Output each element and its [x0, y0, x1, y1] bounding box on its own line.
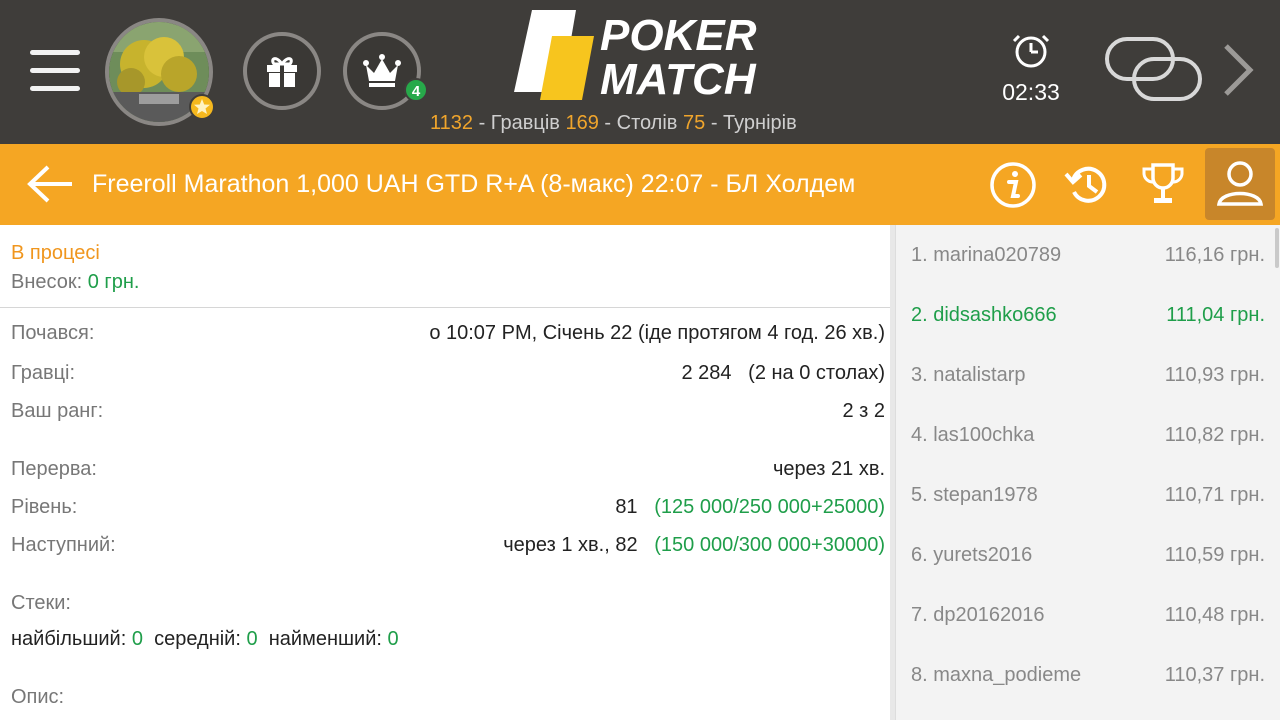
list-item[interactable]: 4. las100chka 110,82 грн. — [911, 424, 1265, 464]
player-amount: 110,82 грн. — [1164, 424, 1265, 446]
next-value: через 1 хв., 82 — [503, 534, 638, 556]
break-row: Перерва: через 21 хв. — [11, 458, 885, 481]
player-amount: 116,16 грн. — [1164, 244, 1265, 266]
players-value: 2 284 — [681, 362, 732, 384]
list-item-current-player[interactable]: 2. didsashko666 111,04 грн. — [911, 304, 1265, 344]
contribution-label: Внесок: — [11, 271, 83, 293]
crown-icon — [363, 54, 401, 87]
tournament-details: В процесі Внесок: 0 грн. Почався: о 10:0… — [0, 225, 894, 720]
gift-icon — [267, 57, 297, 87]
stacks-values: найбільший: 0 середній: 0 найменший: 0 — [11, 628, 399, 651]
player-name: 1. marina020789 — [911, 244, 1062, 266]
player-name: 3. natalistarp — [911, 364, 1026, 386]
players-extra: (2 на 0 столах) — [748, 362, 885, 384]
player-amount: 111,04 грн. — [1166, 304, 1265, 326]
star-badge-icon — [189, 94, 215, 120]
player-name: 2. didsashko666 — [911, 304, 1057, 326]
logo-line1: POKER — [600, 11, 757, 60]
rank-value: 2 з 2 — [842, 400, 885, 422]
list-item[interactable]: 7. dp20162016 110,48 грн. — [911, 604, 1265, 644]
tournaments-count: 75 — [683, 112, 706, 134]
player-amount: 110,71 грн. — [1164, 484, 1265, 506]
notification-badge: 4 — [404, 78, 428, 102]
list-item[interactable]: 8. maxna_podieme 110,37 грн. — [911, 664, 1265, 704]
started-value: о 10:07 PM, Січень 22 (іде протягом 4 го… — [429, 322, 885, 344]
next-label: Наступний: — [11, 534, 116, 556]
stack-largest-value: 0 — [131, 628, 143, 650]
players-label: Гравці: — [11, 362, 76, 384]
stacks-row: Стеки: — [11, 592, 885, 615]
player-amount: 110,93 грн. — [1164, 364, 1265, 386]
stack-smallest-value: 0 — [387, 628, 399, 650]
stacks-label: Стеки: — [11, 592, 71, 614]
history-icon — [1064, 166, 1107, 203]
alarm-clock-icon — [1012, 34, 1050, 68]
level-blinds: (125 000/250 000+25000) — [654, 496, 885, 518]
contribution-value: 0 грн. — [87, 271, 140, 293]
pokermatch-logo: POKER MATCH — [510, 8, 780, 108]
logo-line2: MATCH — [600, 55, 756, 104]
avatar[interactable] — [105, 18, 215, 126]
stack-avg-value: 0 — [246, 628, 258, 650]
clock-time: 02:33 — [1002, 79, 1060, 105]
player-name: 6. yurets2016 — [911, 544, 1033, 566]
players-tab-button[interactable] — [1205, 148, 1275, 220]
back-arrow-icon[interactable] — [24, 164, 76, 204]
chevron-right-icon[interactable] — [1218, 40, 1258, 100]
players-row: Гравці: 2 284 (2 на 0 столах) — [11, 362, 885, 385]
started-label: Почався: — [11, 322, 95, 344]
tables-link-icon[interactable] — [1104, 36, 1204, 102]
gift-button[interactable] — [243, 32, 321, 110]
next-level-row: Наступний: через 1 хв., 82 (150 000/300 … — [11, 534, 885, 557]
level-label: Рівень: — [11, 496, 78, 518]
trophy-icon — [1142, 163, 1184, 203]
level-value: 81 — [615, 496, 638, 518]
rank-row: Ваш ранг: 2 з 2 — [11, 400, 885, 423]
players-count-label: - Гравців — [478, 112, 560, 134]
lobby-stats: 1132 - Гравців 169 - Столів 75 - Турнірі… — [430, 112, 797, 135]
info-icon — [990, 162, 1036, 208]
tournament-status: В процесі — [11, 242, 100, 264]
divider — [0, 307, 894, 308]
list-item[interactable]: 1. marina020789 116,16 грн. — [911, 244, 1265, 284]
clock: 02:33 — [995, 30, 1067, 106]
trophy-button[interactable] — [1136, 158, 1190, 212]
level-row: Рівень: 81 (125 000/250 000+25000) — [11, 496, 885, 519]
rank-label: Ваш ранг: — [11, 400, 104, 422]
stack-avg-label: середній: — [154, 628, 241, 650]
tournaments-count-label: - Турнірів — [710, 112, 797, 134]
player-amount: 110,37 грн. — [1164, 664, 1265, 686]
player-name: 7. dp20162016 — [911, 604, 1045, 626]
break-label: Перерва: — [11, 458, 97, 480]
player-amount: 110,48 грн. — [1164, 604, 1265, 626]
history-button[interactable] — [1060, 158, 1114, 212]
list-item[interactable]: 6. yurets2016 110,59 грн. — [911, 544, 1265, 584]
description-label: Опис: — [11, 686, 65, 708]
tournament-title-bar: Freeroll Marathon 1,000 UAH GTD R+A (8-м… — [0, 144, 1280, 225]
top-bar: 4 POKER MATCH 1132 - Гравців 169 - Столі… — [0, 0, 1280, 144]
break-value: через 21 хв. — [772, 458, 885, 480]
info-button[interactable] — [986, 158, 1040, 212]
player-name: 8. maxna_podieme — [911, 664, 1082, 686]
menu-icon[interactable] — [30, 50, 80, 91]
players-scrollbar[interactable] — [1275, 228, 1279, 268]
stack-smallest-label: найменший: — [268, 628, 382, 650]
next-blinds: (150 000/300 000+30000) — [654, 534, 885, 556]
player-icon — [1216, 161, 1264, 206]
player-name: 5. stepan1978 — [911, 484, 1038, 506]
started-row: Почався: о 10:07 PM, Січень 22 (іде прот… — [11, 322, 885, 345]
player-amount: 110,59 грн. — [1164, 544, 1265, 566]
players-list: 1. marina020789 116,16 грн. 2. didsashko… — [895, 225, 1280, 720]
tables-count: 169 — [565, 112, 599, 134]
player-name: 4. las100chka — [911, 424, 1035, 446]
list-item[interactable]: 5. stepan1978 110,71 грн. — [911, 484, 1265, 524]
players-count: 1132 — [430, 112, 474, 134]
list-item[interactable]: 3. natalistarp 110,93 грн. — [911, 364, 1265, 404]
tables-count-label: - Столів — [604, 112, 678, 134]
tournament-title: Freeroll Marathon 1,000 UAH GTD R+A (8-м… — [92, 170, 856, 198]
stack-largest-label: найбільший: — [11, 628, 127, 650]
